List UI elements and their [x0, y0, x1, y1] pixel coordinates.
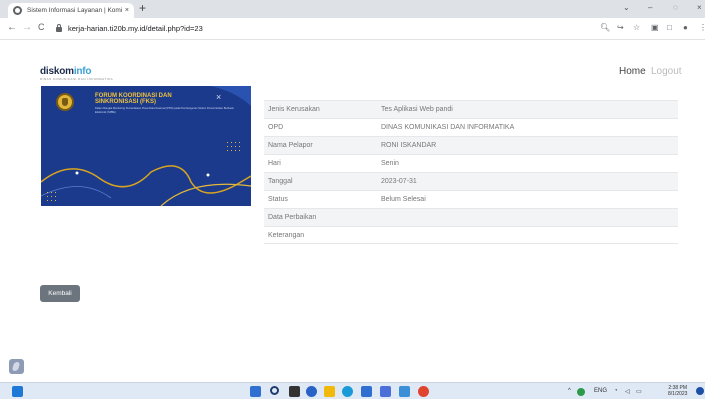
floating-widget-icon[interactable] — [9, 359, 24, 374]
notification-icon[interactable] — [696, 387, 704, 395]
row-value: Senin — [381, 160, 399, 167]
row-label: Nama Pelapor — [268, 142, 313, 149]
logo-text-info: info — [73, 66, 92, 77]
row-label: Data Perbaikan — [268, 214, 317, 221]
row-value: 2023-07-31 — [381, 178, 417, 185]
share-icon[interactable]: ↪ — [617, 23, 624, 32]
table-row: Hari Senin — [264, 154, 678, 172]
forward-button[interactable]: → — [22, 22, 32, 33]
browser-tabbar: Sistem Informasi Layanan | Komi × + ⌄ – … — [0, 0, 705, 18]
search-taskbar-icon[interactable] — [270, 386, 279, 395]
widgets-icon[interactable] — [12, 386, 23, 397]
table-row: Tanggal 2023-07-31 — [264, 172, 678, 190]
battery-icon[interactable]: ▭ — [636, 388, 642, 395]
banner-close-icon: × — [216, 92, 222, 102]
back-button[interactable]: ← — [7, 22, 17, 33]
chat-icon[interactable] — [306, 386, 317, 397]
row-label: Tanggal — [268, 178, 293, 185]
browser-tab[interactable]: Sistem Informasi Layanan | Komi × — [8, 3, 134, 18]
table-row: Jenis Kerusakan Tes Aplikasi Web pandi — [264, 100, 678, 118]
menu-icon[interactable]: ⋮ — [699, 23, 705, 32]
banner-title: FORUM KOORDINASI DAN SINKRONISASI (FKS) — [95, 93, 172, 105]
task-view-icon[interactable] — [289, 386, 300, 397]
tab-search-chevron-icon[interactable]: ⌄ — [623, 3, 630, 12]
minimize-button[interactable]: – — [648, 3, 652, 12]
network-icon[interactable]: ◔ — [614, 388, 618, 394]
row-value: Tes Aplikasi Web pandi — [381, 106, 453, 113]
detail-table: Jenis Kerusakan Tes Aplikasi Web pandi O… — [264, 100, 678, 244]
profile-icon[interactable]: ● — [683, 23, 688, 32]
extensions-icon[interactable]: ▣ — [651, 23, 659, 32]
sidepanel-icon[interactable]: □ — [667, 23, 672, 32]
file-explorer-icon[interactable] — [324, 386, 335, 397]
start-icon[interactable] — [250, 386, 261, 397]
tray-app-icon[interactable] — [577, 388, 585, 396]
nav-logout-link[interactable]: Logout — [651, 66, 682, 77]
site-logo[interactable]: diskominfo — [40, 66, 92, 77]
logo-text-diskom: diskom — [40, 66, 74, 77]
table-row: Data Perbaikan — [264, 208, 678, 226]
row-label: Status — [268, 196, 288, 203]
clock-date: 8/1/2023 — [668, 391, 688, 397]
reload-button[interactable]: C — [38, 22, 45, 32]
row-label: Hari — [268, 160, 281, 167]
tray-chevron-icon[interactable]: ^ — [568, 388, 571, 394]
browser-toolbar: ← → C kerja-harian.ti20b.my.id/detail.ph… — [0, 18, 705, 40]
restore-button[interactable]: ◌ — [673, 3, 678, 12]
logo-subtitle: DINAS KOMUNIKASI DAN INFORMATIKA — [40, 77, 114, 81]
back-to-list-button[interactable]: Kembali — [40, 285, 80, 302]
table-row: OPD DINAS KOMUNIKASI DAN INFORMATIKA — [264, 118, 678, 136]
row-value: DINAS KOMUNIKASI DAN INFORMATIKA — [381, 124, 515, 131]
new-tab-button[interactable]: + — [139, 1, 146, 15]
row-value: Belum Selesai — [381, 196, 426, 203]
site-favicon-icon — [13, 6, 22, 15]
mail-icon[interactable] — [399, 386, 410, 397]
chrome-icon[interactable] — [418, 386, 429, 397]
banner-subtitle: Dalam Rangka Monitoring Pemanfaatan Pusa… — [95, 107, 234, 114]
row-label: OPD — [268, 124, 284, 131]
table-row: Status Belum Selesai — [264, 190, 678, 208]
edge-icon[interactable] — [342, 386, 353, 397]
language-indicator[interactable]: ENG — [594, 388, 607, 394]
photos-icon[interactable] — [380, 386, 391, 397]
row-label: Keterangan — [268, 231, 305, 239]
row-value: RONI ISKANDAR — [381, 142, 437, 149]
tab-close-icon[interactable]: × — [125, 7, 129, 14]
volume-icon[interactable]: ◁ — [625, 388, 630, 395]
url-text: kerja-harian.ti20b.my.id/detail.php?id=2… — [68, 24, 203, 33]
table-row: Nama Pelapor RONI ISKANDAR — [264, 136, 678, 154]
url-bar[interactable]: kerja-harian.ti20b.my.id/detail.php?id=2… — [56, 21, 496, 36]
page-content: diskominfo DINAS KOMUNIKASI DAN INFORMAT… — [0, 41, 705, 381]
lock-icon[interactable] — [56, 24, 62, 32]
search-icon[interactable]: 🔍︎ — [600, 23, 610, 32]
report-image: FORUM KOORDINASI DAN SINKRONISASI (FKS) … — [41, 86, 251, 206]
garuda-emblem-icon — [56, 93, 74, 111]
star-icon[interactable]: ☆ — [633, 23, 640, 32]
clock[interactable]: 2:38 PM 8/1/2023 — [668, 385, 687, 397]
tab-title: Sistem Informasi Layanan | Komi — [27, 7, 122, 14]
nav-home-link[interactable]: Home — [619, 66, 646, 77]
os-taskbar: ^ ENG ◔ ◁ ▭ 2:38 PM 8/1/2023 — [0, 382, 705, 399]
store-icon[interactable] — [361, 386, 372, 397]
row-label: Jenis Kerusakan — [268, 106, 320, 113]
table-row: Keterangan — [264, 226, 678, 244]
close-window-button[interactable]: × — [697, 3, 702, 12]
